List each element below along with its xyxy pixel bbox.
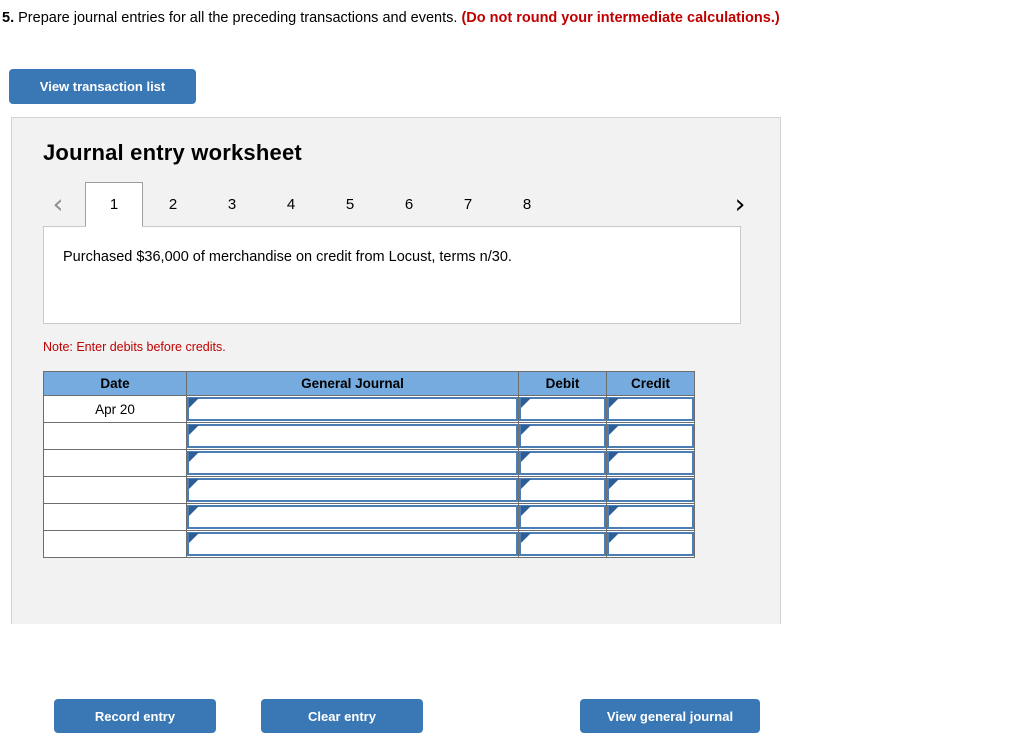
date-cell	[43, 422, 187, 450]
table-body: Apr 20	[43, 395, 695, 558]
table-row	[43, 530, 695, 558]
tab-8[interactable]: 8	[498, 182, 556, 227]
general-journal-cell[interactable]	[186, 530, 519, 558]
credit-input[interactable]	[607, 424, 694, 448]
table-row	[43, 422, 695, 450]
chevron-left-icon[interactable]: ‹	[41, 182, 75, 226]
tab-3[interactable]: 3	[203, 182, 261, 227]
debit-cell[interactable]	[518, 530, 607, 558]
general-journal-input[interactable]	[187, 478, 518, 502]
general-journal-cell[interactable]	[186, 422, 519, 450]
date-cell: Apr 20	[43, 395, 187, 423]
column-header-general-journal: General Journal	[186, 371, 519, 396]
debit-cell[interactable]	[518, 395, 607, 423]
debits-before-credits-note: Note: Enter debits before credits.	[43, 340, 226, 354]
debit-cell[interactable]	[518, 503, 607, 531]
question-warning: (Do not round your intermediate calculat…	[461, 10, 780, 26]
general-journal-input[interactable]	[187, 424, 518, 448]
tab-strip: ‹ 12345678 ›	[12, 182, 782, 228]
view-general-journal-button[interactable]: View general journal	[580, 699, 760, 733]
transaction-description-text: Purchased $36,000 of merchandise on cred…	[63, 249, 512, 265]
date-cell	[43, 530, 187, 558]
credit-input[interactable]	[607, 478, 694, 502]
credit-input[interactable]	[607, 451, 694, 475]
general-journal-cell[interactable]	[186, 476, 519, 504]
date-cell	[43, 476, 187, 504]
record-entry-button[interactable]: Record entry	[54, 699, 216, 733]
tab-6[interactable]: 6	[380, 182, 438, 227]
column-header-credit: Credit	[606, 371, 695, 396]
table-row: Apr 20	[43, 395, 695, 423]
credit-cell[interactable]	[606, 395, 695, 423]
tab-4[interactable]: 4	[262, 182, 320, 227]
tab-2[interactable]: 2	[144, 182, 202, 227]
credit-cell[interactable]	[606, 422, 695, 450]
table-row	[43, 503, 695, 531]
debit-cell[interactable]	[518, 422, 607, 450]
general-journal-cell[interactable]	[186, 395, 519, 423]
credit-cell[interactable]	[606, 503, 695, 531]
credit-cell[interactable]	[606, 476, 695, 504]
tab-7[interactable]: 7	[439, 182, 497, 227]
question-text: Prepare journal entries for all the prec…	[18, 10, 458, 26]
date-cell	[43, 503, 187, 531]
tab-5[interactable]: 5	[321, 182, 379, 227]
debit-cell[interactable]	[518, 476, 607, 504]
general-journal-input[interactable]	[187, 505, 518, 529]
table-row	[43, 449, 695, 477]
credit-cell[interactable]	[606, 530, 695, 558]
credit-cell[interactable]	[606, 449, 695, 477]
clear-entry-button[interactable]: Clear entry	[261, 699, 423, 733]
credit-input[interactable]	[607, 532, 694, 556]
debit-input[interactable]	[519, 478, 606, 502]
journal-entry-table: Date General Journal Debit Credit Apr 20	[43, 371, 695, 558]
column-header-debit: Debit	[518, 371, 607, 396]
view-transaction-list-button[interactable]: View transaction list	[9, 69, 196, 104]
general-journal-input[interactable]	[187, 532, 518, 556]
page-title: Journal entry worksheet	[43, 140, 302, 165]
table-header-row: Date General Journal Debit Credit	[43, 371, 695, 396]
credit-input[interactable]	[607, 505, 694, 529]
general-journal-cell[interactable]	[186, 503, 519, 531]
transaction-description-box: Purchased $36,000 of merchandise on cred…	[43, 226, 741, 324]
general-journal-input[interactable]	[187, 451, 518, 475]
chevron-right-icon[interactable]: ›	[723, 182, 757, 226]
debit-input[interactable]	[519, 397, 606, 421]
question-prompt: 5. Prepare journal entries for all the p…	[2, 8, 780, 28]
credit-input[interactable]	[607, 397, 694, 421]
tab-1[interactable]: 1	[85, 182, 143, 227]
debit-input[interactable]	[519, 424, 606, 448]
journal-entry-worksheet-panel: Journal entry worksheet ‹ 12345678 › Pur…	[11, 117, 782, 733]
debit-input[interactable]	[519, 451, 606, 475]
table-row	[43, 476, 695, 504]
general-journal-cell[interactable]	[186, 449, 519, 477]
debit-cell[interactable]	[518, 449, 607, 477]
debit-input[interactable]	[519, 532, 606, 556]
general-journal-input[interactable]	[187, 397, 518, 421]
date-cell	[43, 449, 187, 477]
column-header-date: Date	[43, 371, 187, 396]
debit-input[interactable]	[519, 505, 606, 529]
question-number: 5.	[2, 10, 15, 26]
